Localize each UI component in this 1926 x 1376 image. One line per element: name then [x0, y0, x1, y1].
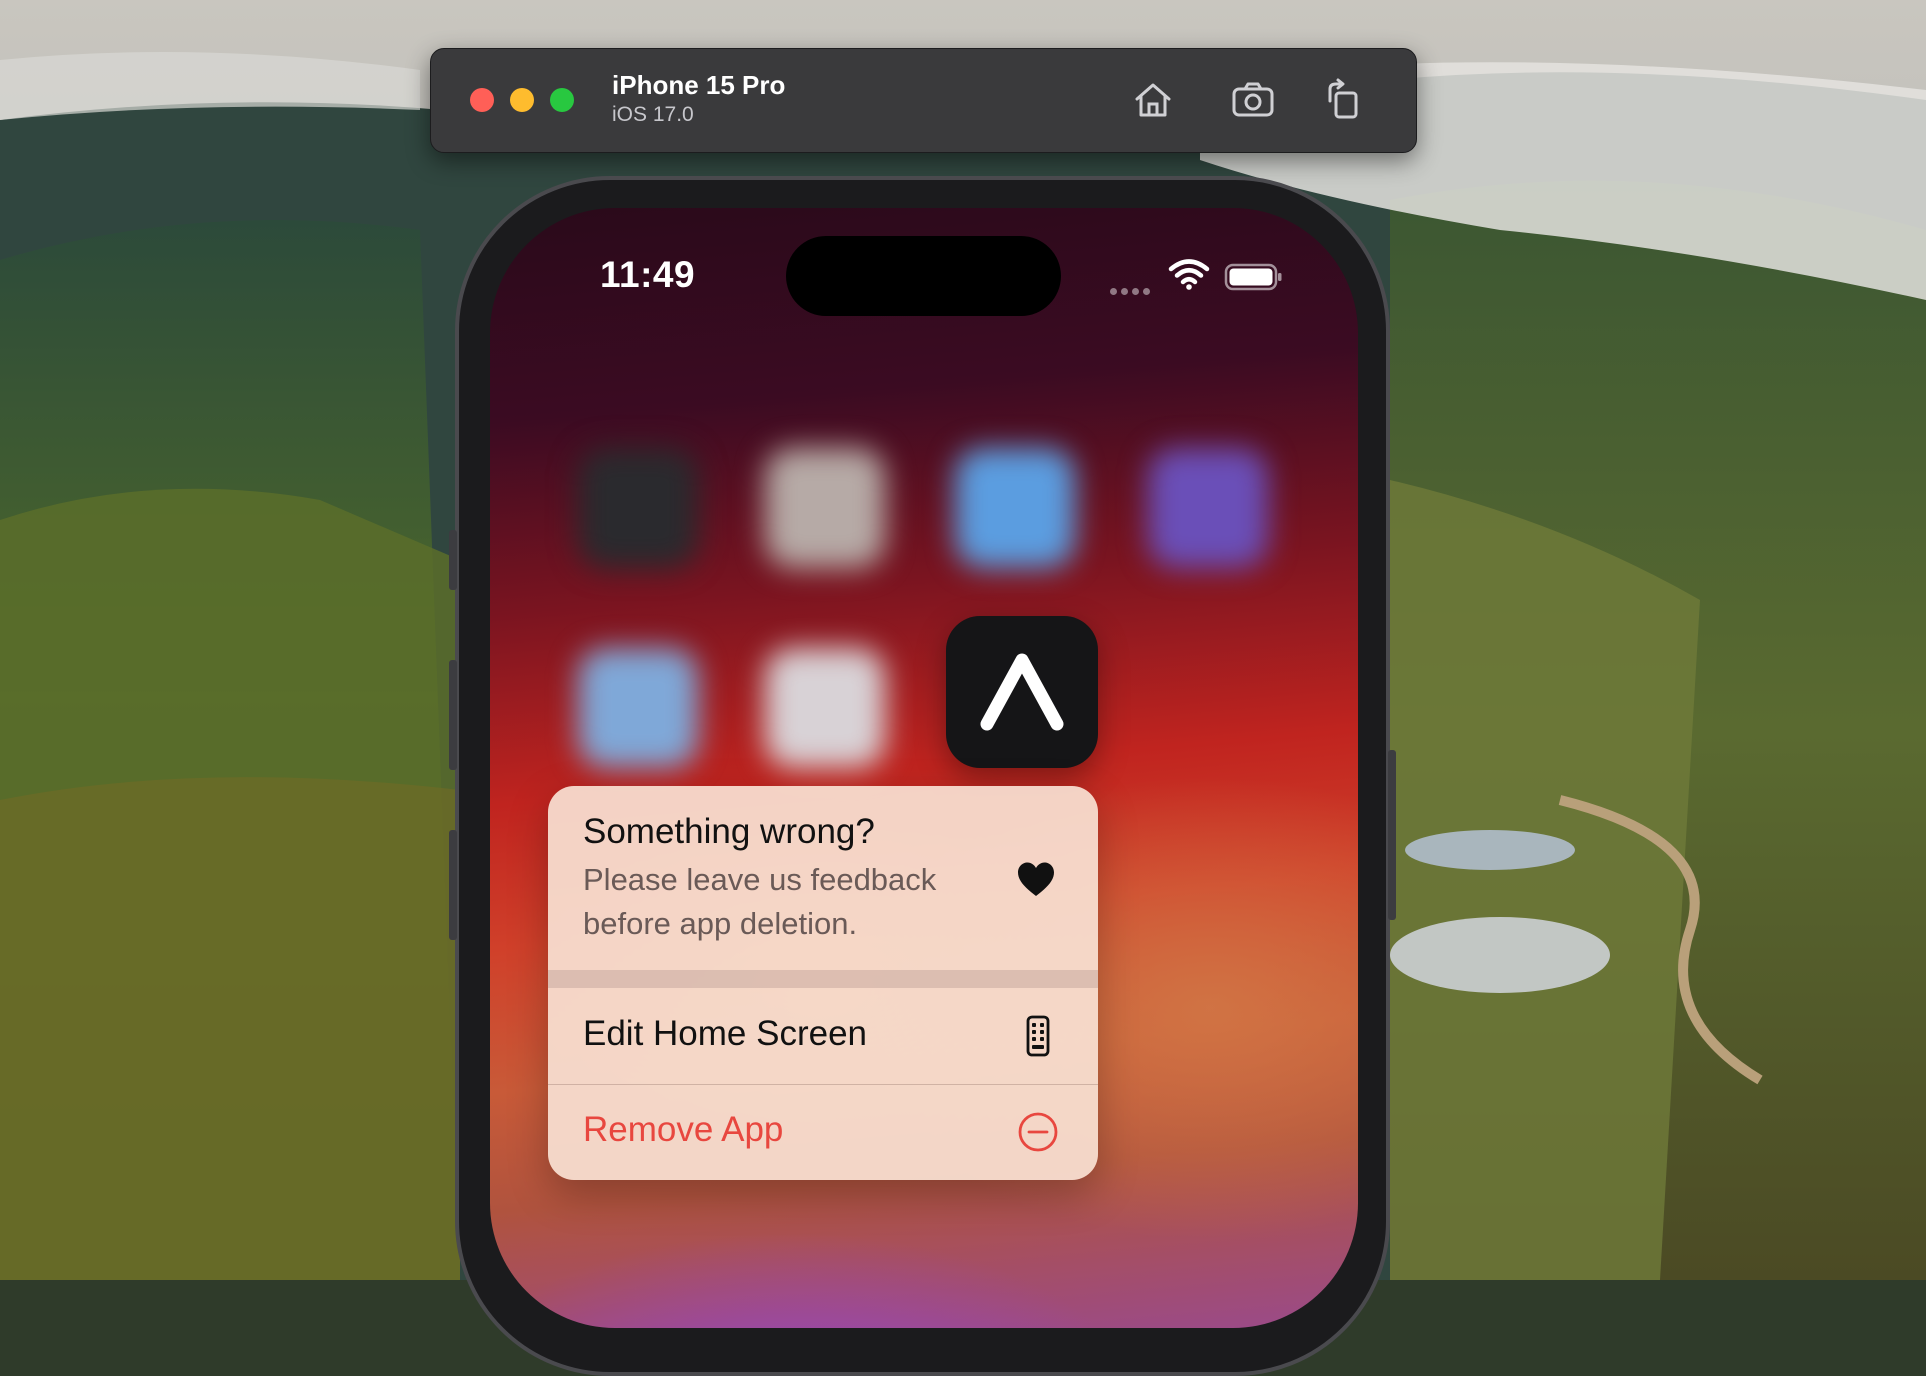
- remove-app-label: Remove App: [583, 1110, 784, 1149]
- cellular-signal-icon: [1110, 282, 1156, 295]
- feedback-title: Something wrong?: [583, 812, 875, 851]
- caret-up-icon: [980, 653, 1064, 731]
- window-minimize-button[interactable]: [510, 88, 534, 112]
- blurred-app-icon: [765, 648, 885, 768]
- feedback-menu-item[interactable]: Something wrong? Please leave us feedbac…: [548, 786, 1098, 970]
- screenshot-button[interactable]: [1228, 75, 1278, 125]
- minus-circle-icon: [1018, 1112, 1058, 1152]
- dynamic-island: [786, 236, 1061, 316]
- menu-section-divider: [548, 970, 1098, 988]
- volume-up-button[interactable]: [449, 660, 457, 770]
- window-zoom-button[interactable]: [550, 88, 574, 112]
- heart-icon: [1018, 862, 1054, 896]
- rotate-button[interactable]: [1318, 75, 1368, 125]
- focused-app-icon[interactable]: [946, 616, 1098, 768]
- wifi-icon: [1168, 259, 1210, 290]
- remove-app-menu-item[interactable]: Remove App: [548, 1084, 1098, 1180]
- battery-icon: [1224, 263, 1282, 291]
- status-time: 11:49: [600, 254, 696, 295]
- edit-home-screen-label: Edit Home Screen: [583, 1014, 868, 1053]
- blurred-app-icon: [1148, 448, 1268, 568]
- camera-icon: [1232, 82, 1274, 117]
- feedback-description: Please leave us feedback before app dele…: [583, 862, 937, 941]
- blurred-app-icon: [578, 448, 698, 568]
- blurred-app-icon: [955, 448, 1075, 568]
- volume-down-button[interactable]: [449, 830, 457, 940]
- context-menu: Something wrong? Please leave us feedbac…: [548, 786, 1098, 1180]
- device-name: iPhone 15 Pro: [612, 70, 786, 100]
- home-button[interactable]: [1128, 75, 1178, 125]
- house-icon: [1135, 83, 1171, 117]
- rotate-icon: [1328, 78, 1358, 119]
- side-button[interactable]: [1388, 750, 1396, 920]
- blurred-app-icon: [765, 448, 885, 568]
- os-version: iOS 17.0: [612, 103, 694, 126]
- action-button[interactable]: [449, 530, 457, 590]
- edit-home-screen-menu-item[interactable]: Edit Home Screen: [548, 988, 1098, 1084]
- blurred-app-icon: [578, 648, 698, 768]
- window-close-button[interactable]: [470, 88, 494, 112]
- phone-icon: [1026, 1015, 1050, 1057]
